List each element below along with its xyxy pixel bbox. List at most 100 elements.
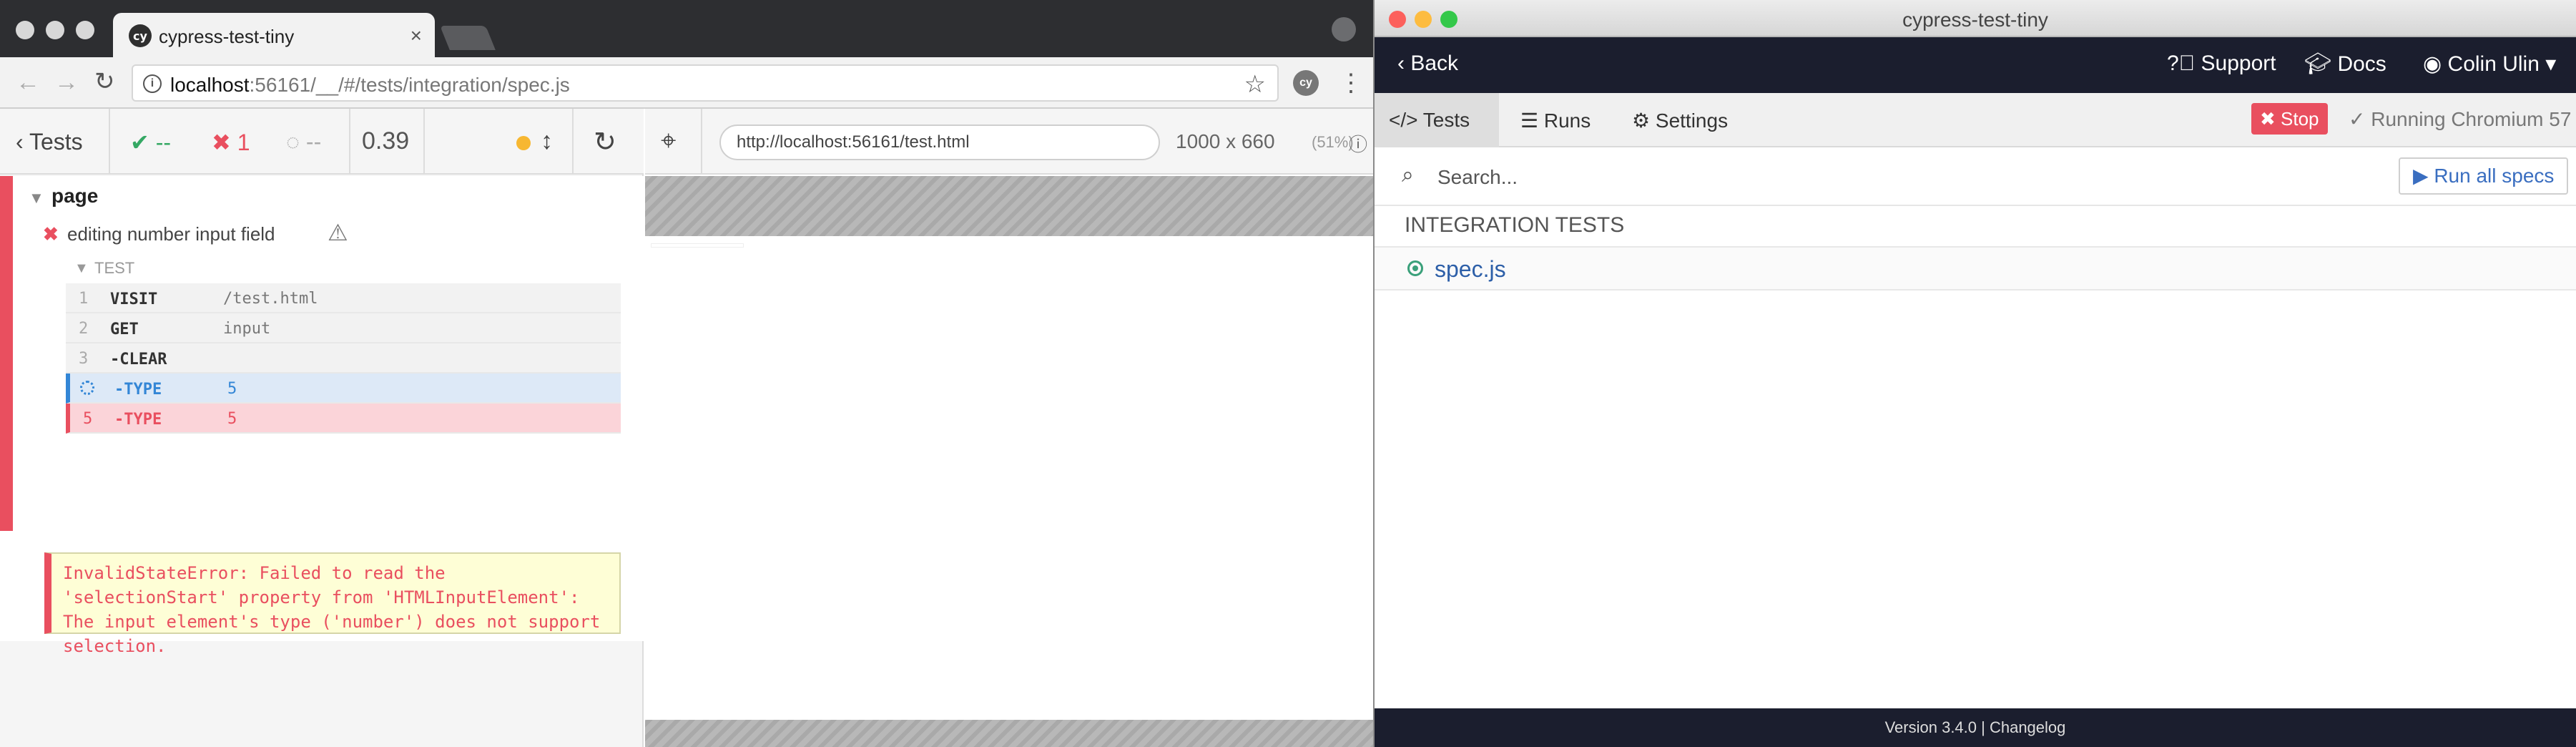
search-input[interactable] [1437,162,2081,193]
stop-label: Stop [2281,108,2319,130]
tab-label: Tests [1422,109,1470,131]
run-all-specs-button[interactable]: ▶ Run all specs [2399,157,2569,195]
back-arrow-icon[interactable]: ← [16,69,40,97]
failed-stat: ✖ 1 [212,130,250,155]
graduation-cap-icon: 🎓︎ [2304,52,2332,76]
selector-playground-icon[interactable]: ⌖ [661,126,676,157]
info-icon[interactable]: i [143,74,162,93]
command-list: 1 VISIT /test.html 2 GET input 3 -CLEAR … [66,283,621,434]
command-message: input [223,320,271,338]
divider [349,109,350,175]
docs-link[interactable]: 🎓︎ Docs [2304,52,2386,77]
address-bar[interactable]: i localhost:56161/__/#/tests/integration… [132,64,1279,102]
divider [572,109,574,175]
command-row[interactable]: 3 -CLEAR [66,343,621,374]
version-changelog[interactable]: Version 3.4.0 | Changelog [1375,718,2576,737]
error-message[interactable]: InvalidStateError: Failed to read the 's… [44,552,621,656]
loading-spinner-icon [80,381,94,395]
tab-runs[interactable]: ☰ Runs [1506,93,1605,147]
question-circle-icon: ?⃝ [2167,52,2196,75]
code-icon: </> [1389,109,1418,131]
passed-stat: ✔ -- [130,130,172,155]
close-window-button[interactable] [16,21,34,39]
aut-iframe[interactable] [645,236,1376,720]
new-tab-button[interactable] [440,26,496,50]
close-icon: ✖ [2260,108,2276,130]
command-row[interactable]: 1 VISIT /test.html [66,283,621,313]
tests-back-button[interactable]: ‹ Tests [16,129,83,155]
command-name: -CLEAR [110,351,167,368]
spec-name: spec.js [1435,256,1506,282]
viewport-size: 1000 x 660 [1176,130,1275,152]
specs-search-bar: ⌕ ▶ Run all specs [1375,149,2576,206]
bookmark-star-icon[interactable]: ☆ [1244,70,1266,99]
spec-list-item[interactable]: spec.js [1375,246,2576,290]
running-spec-icon [1407,260,1423,276]
user-name: Colin Ulin [2447,52,2540,76]
command-number: 5 [83,410,93,428]
pending-count: -- [305,129,322,155]
command-name: VISIT [110,290,158,308]
warning-icon: ⚠ [328,220,348,245]
command-name: -TYPE [114,411,162,429]
cypress-desktop-window: cypress-test-tiny ‹ Back ?⃝ Support 🎓︎ D… [1373,0,2576,747]
window-title: cypress-test-tiny [1902,9,2048,31]
passed-count: -- [155,130,172,155]
reload-icon[interactable]: ↻ [94,67,115,96]
divider [109,109,110,175]
gear-icon: ⚙ [1632,109,1651,132]
minimize-window-button[interactable] [46,21,64,39]
caret-down-icon[interactable]: ▼ [74,260,89,277]
address-url: localhost:56161/__/#/tests/integration/s… [170,74,570,97]
command-row-pending[interactable]: -TYPE 5 [66,374,621,404]
maximize-window-button[interactable] [76,21,94,39]
tab-tests[interactable]: </> Tests [1375,93,1499,147]
viewport-info-icon[interactable]: ⓘ [1349,130,1367,157]
browser-status: ✓ Running Chromium 57 [2349,107,2571,131]
stop-button[interactable]: ✖ Stop [2251,103,2328,135]
support-link[interactable]: ?⃝ Support [2167,52,2276,76]
command-log-reporter: ‹ Tests ✔ -- ✖ 1 ◌ -- 0.39 ↕ ↻ ▼ page ✖ … [0,109,644,747]
suite-title[interactable]: page [51,185,98,208]
profile-icon[interactable] [1332,17,1356,42]
command-name: GET [110,321,139,338]
pending-stat: ◌ -- [286,129,322,155]
tab-close-icon[interactable]: × [411,24,422,47]
number-input[interactable] [651,243,744,248]
specs-folder-heading: INTEGRATION TESTS [1405,213,1625,237]
forward-arrow-icon[interactable]: → [54,69,79,97]
kebab-menu-icon[interactable]: ⋮ [1339,69,1363,97]
failed-test-icon: ✖ [43,223,59,245]
run-all-label: Run all specs [2434,165,2555,187]
restart-icon[interactable]: ↻ [594,126,616,158]
test-title[interactable]: editing number input field [67,223,275,245]
cypress-favicon-icon: cy [129,24,152,47]
back-button[interactable]: ‹ Back [1397,52,1458,76]
user-menu[interactable]: ◉ Colin Ulin ▾ [2423,52,2556,77]
play-icon: ▶ [2413,165,2429,187]
command-name: -TYPE [114,381,162,399]
command-number: 2 [79,320,89,338]
browser-status-label: Running Chromium 57 [2371,108,2572,130]
reporter-runnables: ▼ page ✖ editing number input field ⚠ ▼ … [0,176,644,656]
hook-title[interactable]: TEST [94,259,134,278]
docs-label: Docs [2337,52,2386,76]
command-row-failed[interactable]: 5 -TYPE 5 [66,404,621,434]
command-number: 3 [79,350,89,368]
command-number: 1 [79,290,89,308]
auto-scroll-icon[interactable]: ↕ [541,127,553,155]
back-label: Back [1410,52,1459,75]
database-icon: ☰ [1520,109,1539,132]
tab-label: Settings [1655,109,1729,132]
command-row[interactable]: 2 GET input [66,313,621,343]
check-circle-icon: ✓ [2349,108,2366,130]
tab-title: cypress-test-tiny [159,26,295,47]
caret-down-icon[interactable]: ▼ [29,189,44,208]
duration: 0.39 [362,127,410,155]
cypress-extension-icon[interactable]: cy [1293,70,1319,96]
tab-label: Runs [1543,109,1591,132]
browser-tab[interactable]: cy cypress-test-tiny × [113,13,435,57]
tab-settings[interactable]: ⚙ Settings [1618,93,1742,147]
support-label: Support [2201,52,2276,75]
search-icon: ⌕ [1402,163,1414,187]
